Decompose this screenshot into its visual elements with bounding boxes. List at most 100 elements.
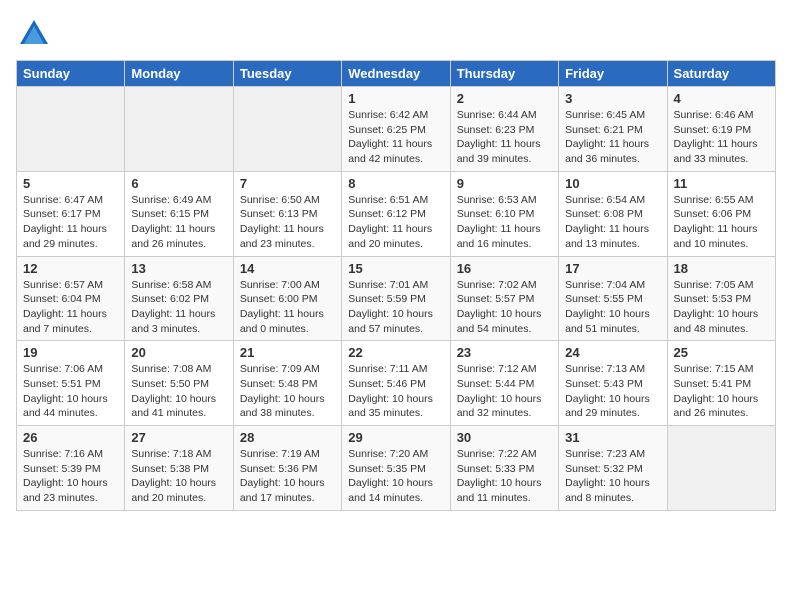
day-info: Sunrise: 7:11 AM Sunset: 5:46 PM Dayligh… [348, 362, 443, 421]
day-info: Sunrise: 7:19 AM Sunset: 5:36 PM Dayligh… [240, 447, 335, 506]
day-info: Sunrise: 7:05 AM Sunset: 5:53 PM Dayligh… [674, 278, 769, 337]
day-number: 4 [674, 91, 769, 106]
calendar-week-row: 1 Sunrise: 6:42 AM Sunset: 6:25 PM Daylig… [17, 87, 776, 172]
day-info: Sunrise: 7:16 AM Sunset: 5:39 PM Dayligh… [23, 447, 118, 506]
calendar-cell: 16 Sunrise: 7:02 AM Sunset: 5:57 PM Dayli… [450, 256, 558, 341]
calendar-cell: 28Sunrise: 7:19 AM Sunset: 5:36 PM Dayli… [233, 426, 341, 511]
day-number: 18 [674, 261, 769, 276]
day-info: Sunrise: 7:20 AM Sunset: 5:35 PM Dayligh… [348, 447, 443, 506]
day-number: 26 [23, 430, 118, 445]
day-number: 29 [348, 430, 443, 445]
calendar-week-row: 5Sunrise: 6:47 AM Sunset: 6:17 PM Daylig… [17, 171, 776, 256]
page-header [16, 16, 776, 52]
calendar-cell [17, 87, 125, 172]
calendar-cell: 25 Sunrise: 7:15 AM Sunset: 5:41 PM Dayli… [667, 341, 775, 426]
calendar-cell: 31 Sunrise: 7:23 AM Sunset: 5:32 PM Dayli… [559, 426, 667, 511]
calendar-cell: 29 Sunrise: 7:20 AM Sunset: 5:35 PM Dayli… [342, 426, 450, 511]
day-number: 10 [565, 176, 660, 191]
day-info: Sunrise: 6:54 AM Sunset: 6:08 PM Dayligh… [565, 193, 660, 252]
calendar-week-row: 26 Sunrise: 7:16 AM Sunset: 5:39 PM Dayli… [17, 426, 776, 511]
day-header-saturday: Saturday [667, 61, 775, 87]
calendar-header-row: SundayMondayTuesdayWednesdayThursdayFrid… [17, 61, 776, 87]
day-number: 31 [565, 430, 660, 445]
day-info: Sunrise: 6:47 AM Sunset: 6:17 PM Dayligh… [23, 193, 118, 252]
day-info: Sunrise: 7:22 AM Sunset: 5:33 PM Dayligh… [457, 447, 552, 506]
day-info: Sunrise: 6:50 AM Sunset: 6:13 PM Dayligh… [240, 193, 335, 252]
day-header-wednesday: Wednesday [342, 61, 450, 87]
calendar-cell: 12 Sunrise: 6:57 AM Sunset: 6:04 PM Dayli… [17, 256, 125, 341]
calendar-cell: 14 Sunrise: 7:00 AM Sunset: 6:00 PM Dayli… [233, 256, 341, 341]
day-header-sunday: Sunday [17, 61, 125, 87]
day-number: 11 [674, 176, 769, 191]
day-info: Sunrise: 7:15 AM Sunset: 5:41 PM Dayligh… [674, 362, 769, 421]
day-number: 12 [23, 261, 118, 276]
day-info: Sunrise: 6:49 AM Sunset: 6:15 PM Dayligh… [131, 193, 226, 252]
day-number: 15 [348, 261, 443, 276]
calendar-cell: 11 Sunrise: 6:55 AM Sunset: 6:06 PM Dayli… [667, 171, 775, 256]
day-info: Sunrise: 7:02 AM Sunset: 5:57 PM Dayligh… [457, 278, 552, 337]
day-info: Sunrise: 6:44 AM Sunset: 6:23 PM Dayligh… [457, 108, 552, 167]
calendar-cell [233, 87, 341, 172]
day-info: Sunrise: 7:12 AM Sunset: 5:44 PM Dayligh… [457, 362, 552, 421]
day-header-thursday: Thursday [450, 61, 558, 87]
calendar-cell: 27 Sunrise: 7:18 AM Sunset: 5:38 PM Dayli… [125, 426, 233, 511]
day-header-monday: Monday [125, 61, 233, 87]
day-number: 25 [674, 345, 769, 360]
calendar-cell [125, 87, 233, 172]
day-number: 13 [131, 261, 226, 276]
day-info: Sunrise: 6:51 AM Sunset: 6:12 PM Dayligh… [348, 193, 443, 252]
day-number: 7 [240, 176, 335, 191]
day-number: 8 [348, 176, 443, 191]
day-number: 2 [457, 91, 552, 106]
calendar-cell: 9Sunrise: 6:53 AM Sunset: 6:10 PM Daylig… [450, 171, 558, 256]
logo-icon [16, 16, 52, 52]
day-number: 16 [457, 261, 552, 276]
day-info: Sunrise: 6:58 AM Sunset: 6:02 PM Dayligh… [131, 278, 226, 337]
day-number: 17 [565, 261, 660, 276]
day-number: 27 [131, 430, 226, 445]
calendar-cell: 23Sunrise: 7:12 AM Sunset: 5:44 PM Dayli… [450, 341, 558, 426]
day-info: Sunrise: 7:18 AM Sunset: 5:38 PM Dayligh… [131, 447, 226, 506]
day-info: Sunrise: 7:04 AM Sunset: 5:55 PM Dayligh… [565, 278, 660, 337]
day-info: Sunrise: 7:06 AM Sunset: 5:51 PM Dayligh… [23, 362, 118, 421]
day-info: Sunrise: 6:45 AM Sunset: 6:21 PM Dayligh… [565, 108, 660, 167]
day-number: 30 [457, 430, 552, 445]
day-info: Sunrise: 7:00 AM Sunset: 6:00 PM Dayligh… [240, 278, 335, 337]
day-info: Sunrise: 7:13 AM Sunset: 5:43 PM Dayligh… [565, 362, 660, 421]
calendar-cell: 10 Sunrise: 6:54 AM Sunset: 6:08 PM Dayli… [559, 171, 667, 256]
calendar-cell: 3Sunrise: 6:45 AM Sunset: 6:21 PM Daylig… [559, 87, 667, 172]
day-number: 1 [348, 91, 443, 106]
calendar-week-row: 12 Sunrise: 6:57 AM Sunset: 6:04 PM Dayli… [17, 256, 776, 341]
calendar-cell: 30 Sunrise: 7:22 AM Sunset: 5:33 PM Dayli… [450, 426, 558, 511]
day-info: Sunrise: 7:01 AM Sunset: 5:59 PM Dayligh… [348, 278, 443, 337]
day-info: Sunrise: 6:55 AM Sunset: 6:06 PM Dayligh… [674, 193, 769, 252]
day-number: 9 [457, 176, 552, 191]
calendar-cell: 6 Sunrise: 6:49 AM Sunset: 6:15 PM Daylig… [125, 171, 233, 256]
day-info: Sunrise: 6:42 AM Sunset: 6:25 PM Dayligh… [348, 108, 443, 167]
calendar-cell: 21 Sunrise: 7:09 AM Sunset: 5:48 PM Dayli… [233, 341, 341, 426]
calendar-table: SundayMondayTuesdayWednesdayThursdayFrid… [16, 60, 776, 511]
day-number: 21 [240, 345, 335, 360]
day-number: 6 [131, 176, 226, 191]
day-number: 22 [348, 345, 443, 360]
calendar-cell: 8 Sunrise: 6:51 AM Sunset: 6:12 PM Daylig… [342, 171, 450, 256]
day-number: 19 [23, 345, 118, 360]
calendar-cell: 1 Sunrise: 6:42 AM Sunset: 6:25 PM Daylig… [342, 87, 450, 172]
calendar-cell: 7 Sunrise: 6:50 AM Sunset: 6:13 PM Daylig… [233, 171, 341, 256]
day-info: Sunrise: 7:23 AM Sunset: 5:32 PM Dayligh… [565, 447, 660, 506]
day-info: Sunrise: 6:57 AM Sunset: 6:04 PM Dayligh… [23, 278, 118, 337]
logo [16, 16, 56, 52]
day-info: Sunrise: 7:09 AM Sunset: 5:48 PM Dayligh… [240, 362, 335, 421]
day-number: 14 [240, 261, 335, 276]
calendar-cell: 2 Sunrise: 6:44 AM Sunset: 6:23 PM Daylig… [450, 87, 558, 172]
day-info: Sunrise: 6:46 AM Sunset: 6:19 PM Dayligh… [674, 108, 769, 167]
day-info: Sunrise: 7:08 AM Sunset: 5:50 PM Dayligh… [131, 362, 226, 421]
calendar-cell: 26 Sunrise: 7:16 AM Sunset: 5:39 PM Dayli… [17, 426, 125, 511]
calendar-cell: 13 Sunrise: 6:58 AM Sunset: 6:02 PM Dayli… [125, 256, 233, 341]
calendar-cell: 19 Sunrise: 7:06 AM Sunset: 5:51 PM Dayli… [17, 341, 125, 426]
day-number: 24 [565, 345, 660, 360]
calendar-cell: 22 Sunrise: 7:11 AM Sunset: 5:46 PM Dayli… [342, 341, 450, 426]
calendar-cell: 5Sunrise: 6:47 AM Sunset: 6:17 PM Daylig… [17, 171, 125, 256]
calendar-cell: 4 Sunrise: 6:46 AM Sunset: 6:19 PM Daylig… [667, 87, 775, 172]
day-header-friday: Friday [559, 61, 667, 87]
